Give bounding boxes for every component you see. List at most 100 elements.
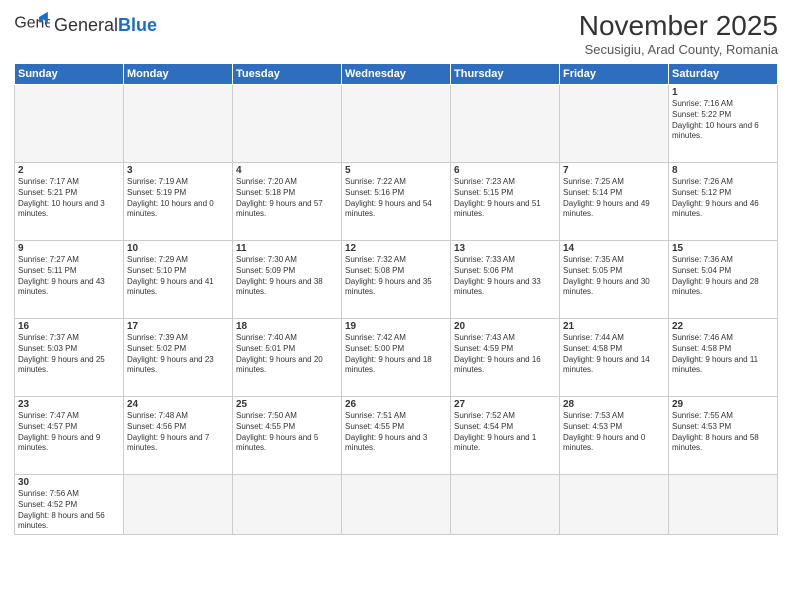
day-info: Sunrise: 7:48 AM Sunset: 4:56 PM Dayligh… [127, 411, 229, 454]
calendar-cell: 12Sunrise: 7:32 AM Sunset: 5:08 PM Dayli… [342, 241, 451, 319]
day-info: Sunrise: 7:33 AM Sunset: 5:06 PM Dayligh… [454, 255, 556, 298]
weekday-header-friday: Friday [560, 64, 669, 85]
weekday-header-monday: Monday [124, 64, 233, 85]
day-info: Sunrise: 7:23 AM Sunset: 5:15 PM Dayligh… [454, 177, 556, 220]
day-number: 29 [672, 399, 774, 410]
weekday-header-tuesday: Tuesday [233, 64, 342, 85]
weekday-header-row: SundayMondayTuesdayWednesdayThursdayFrid… [15, 64, 778, 85]
calendar-cell: 28Sunrise: 7:53 AM Sunset: 4:53 PM Dayli… [560, 397, 669, 475]
day-number: 3 [127, 165, 229, 176]
calendar: SundayMondayTuesdayWednesdayThursdayFrid… [14, 63, 778, 535]
calendar-cell: 20Sunrise: 7:43 AM Sunset: 4:59 PM Dayli… [451, 319, 560, 397]
calendar-cell: 24Sunrise: 7:48 AM Sunset: 4:56 PM Dayli… [124, 397, 233, 475]
calendar-cell: 25Sunrise: 7:50 AM Sunset: 4:55 PM Dayli… [233, 397, 342, 475]
calendar-cell: 1Sunrise: 7:16 AM Sunset: 5:22 PM Daylig… [669, 85, 778, 163]
day-info: Sunrise: 7:22 AM Sunset: 5:16 PM Dayligh… [345, 177, 447, 220]
page: General GeneralBlue November 2025 Secusi… [0, 0, 792, 612]
calendar-cell: 19Sunrise: 7:42 AM Sunset: 5:00 PM Dayli… [342, 319, 451, 397]
calendar-cell [560, 85, 669, 163]
calendar-cell: 23Sunrise: 7:47 AM Sunset: 4:57 PM Dayli… [15, 397, 124, 475]
weekday-header-saturday: Saturday [669, 64, 778, 85]
calendar-cell: 15Sunrise: 7:36 AM Sunset: 5:04 PM Dayli… [669, 241, 778, 319]
calendar-cell [451, 475, 560, 535]
week-row-1: 1Sunrise: 7:16 AM Sunset: 5:22 PM Daylig… [15, 85, 778, 163]
calendar-cell [124, 475, 233, 535]
week-row-3: 9Sunrise: 7:27 AM Sunset: 5:11 PM Daylig… [15, 241, 778, 319]
day-info: Sunrise: 7:46 AM Sunset: 4:58 PM Dayligh… [672, 333, 774, 376]
day-info: Sunrise: 7:43 AM Sunset: 4:59 PM Dayligh… [454, 333, 556, 376]
day-info: Sunrise: 7:32 AM Sunset: 5:08 PM Dayligh… [345, 255, 447, 298]
day-info: Sunrise: 7:55 AM Sunset: 4:53 PM Dayligh… [672, 411, 774, 454]
calendar-cell: 2Sunrise: 7:17 AM Sunset: 5:21 PM Daylig… [15, 163, 124, 241]
day-number: 9 [18, 243, 120, 254]
day-info: Sunrise: 7:16 AM Sunset: 5:22 PM Dayligh… [672, 99, 774, 142]
day-info: Sunrise: 7:42 AM Sunset: 5:00 PM Dayligh… [345, 333, 447, 376]
calendar-cell: 3Sunrise: 7:19 AM Sunset: 5:19 PM Daylig… [124, 163, 233, 241]
weekday-header-thursday: Thursday [451, 64, 560, 85]
title-block: November 2025 Secusigiu, Arad County, Ro… [579, 10, 778, 57]
day-info: Sunrise: 7:53 AM Sunset: 4:53 PM Dayligh… [563, 411, 665, 454]
calendar-cell [669, 475, 778, 535]
weekday-header-wednesday: Wednesday [342, 64, 451, 85]
day-info: Sunrise: 7:36 AM Sunset: 5:04 PM Dayligh… [672, 255, 774, 298]
day-info: Sunrise: 7:26 AM Sunset: 5:12 PM Dayligh… [672, 177, 774, 220]
calendar-cell [233, 475, 342, 535]
day-number: 15 [672, 243, 774, 254]
calendar-cell: 18Sunrise: 7:40 AM Sunset: 5:01 PM Dayli… [233, 319, 342, 397]
day-info: Sunrise: 7:51 AM Sunset: 4:55 PM Dayligh… [345, 411, 447, 454]
day-info: Sunrise: 7:19 AM Sunset: 5:19 PM Dayligh… [127, 177, 229, 220]
day-info: Sunrise: 7:40 AM Sunset: 5:01 PM Dayligh… [236, 333, 338, 376]
calendar-cell: 17Sunrise: 7:39 AM Sunset: 5:02 PM Dayli… [124, 319, 233, 397]
day-number: 18 [236, 321, 338, 332]
day-number: 6 [454, 165, 556, 176]
calendar-cell: 26Sunrise: 7:51 AM Sunset: 4:55 PM Dayli… [342, 397, 451, 475]
day-number: 22 [672, 321, 774, 332]
day-info: Sunrise: 7:44 AM Sunset: 4:58 PM Dayligh… [563, 333, 665, 376]
calendar-cell: 11Sunrise: 7:30 AM Sunset: 5:09 PM Dayli… [233, 241, 342, 319]
calendar-cell [15, 85, 124, 163]
day-number: 10 [127, 243, 229, 254]
logo-text: GeneralBlue [54, 15, 157, 36]
day-number: 23 [18, 399, 120, 410]
calendar-cell: 30Sunrise: 7:56 AM Sunset: 4:52 PM Dayli… [15, 475, 124, 535]
week-row-5: 23Sunrise: 7:47 AM Sunset: 4:57 PM Dayli… [15, 397, 778, 475]
day-number: 13 [454, 243, 556, 254]
calendar-cell: 14Sunrise: 7:35 AM Sunset: 5:05 PM Dayli… [560, 241, 669, 319]
calendar-cell: 16Sunrise: 7:37 AM Sunset: 5:03 PM Dayli… [15, 319, 124, 397]
week-row-2: 2Sunrise: 7:17 AM Sunset: 5:21 PM Daylig… [15, 163, 778, 241]
day-info: Sunrise: 7:50 AM Sunset: 4:55 PM Dayligh… [236, 411, 338, 454]
calendar-cell: 9Sunrise: 7:27 AM Sunset: 5:11 PM Daylig… [15, 241, 124, 319]
calendar-cell: 4Sunrise: 7:20 AM Sunset: 5:18 PM Daylig… [233, 163, 342, 241]
day-info: Sunrise: 7:52 AM Sunset: 4:54 PM Dayligh… [454, 411, 556, 454]
day-number: 12 [345, 243, 447, 254]
calendar-cell: 21Sunrise: 7:44 AM Sunset: 4:58 PM Dayli… [560, 319, 669, 397]
day-info: Sunrise: 7:25 AM Sunset: 5:14 PM Dayligh… [563, 177, 665, 220]
day-number: 21 [563, 321, 665, 332]
month-title: November 2025 [579, 10, 778, 42]
day-info: Sunrise: 7:39 AM Sunset: 5:02 PM Dayligh… [127, 333, 229, 376]
calendar-cell [342, 85, 451, 163]
day-number: 2 [18, 165, 120, 176]
day-number: 27 [454, 399, 556, 410]
calendar-cell: 27Sunrise: 7:52 AM Sunset: 4:54 PM Dayli… [451, 397, 560, 475]
day-number: 11 [236, 243, 338, 254]
day-info: Sunrise: 7:56 AM Sunset: 4:52 PM Dayligh… [18, 489, 120, 532]
day-number: 1 [672, 87, 774, 98]
day-info: Sunrise: 7:35 AM Sunset: 5:05 PM Dayligh… [563, 255, 665, 298]
day-number: 8 [672, 165, 774, 176]
calendar-cell: 8Sunrise: 7:26 AM Sunset: 5:12 PM Daylig… [669, 163, 778, 241]
calendar-cell: 22Sunrise: 7:46 AM Sunset: 4:58 PM Dayli… [669, 319, 778, 397]
calendar-cell [233, 85, 342, 163]
calendar-cell [560, 475, 669, 535]
logo-icon: General [14, 10, 50, 40]
week-row-4: 16Sunrise: 7:37 AM Sunset: 5:03 PM Dayli… [15, 319, 778, 397]
week-row-6: 30Sunrise: 7:56 AM Sunset: 4:52 PM Dayli… [15, 475, 778, 535]
calendar-cell: 13Sunrise: 7:33 AM Sunset: 5:06 PM Dayli… [451, 241, 560, 319]
day-info: Sunrise: 7:20 AM Sunset: 5:18 PM Dayligh… [236, 177, 338, 220]
day-number: 5 [345, 165, 447, 176]
day-info: Sunrise: 7:27 AM Sunset: 5:11 PM Dayligh… [18, 255, 120, 298]
day-info: Sunrise: 7:47 AM Sunset: 4:57 PM Dayligh… [18, 411, 120, 454]
day-number: 30 [18, 477, 120, 488]
day-info: Sunrise: 7:37 AM Sunset: 5:03 PM Dayligh… [18, 333, 120, 376]
calendar-cell [451, 85, 560, 163]
